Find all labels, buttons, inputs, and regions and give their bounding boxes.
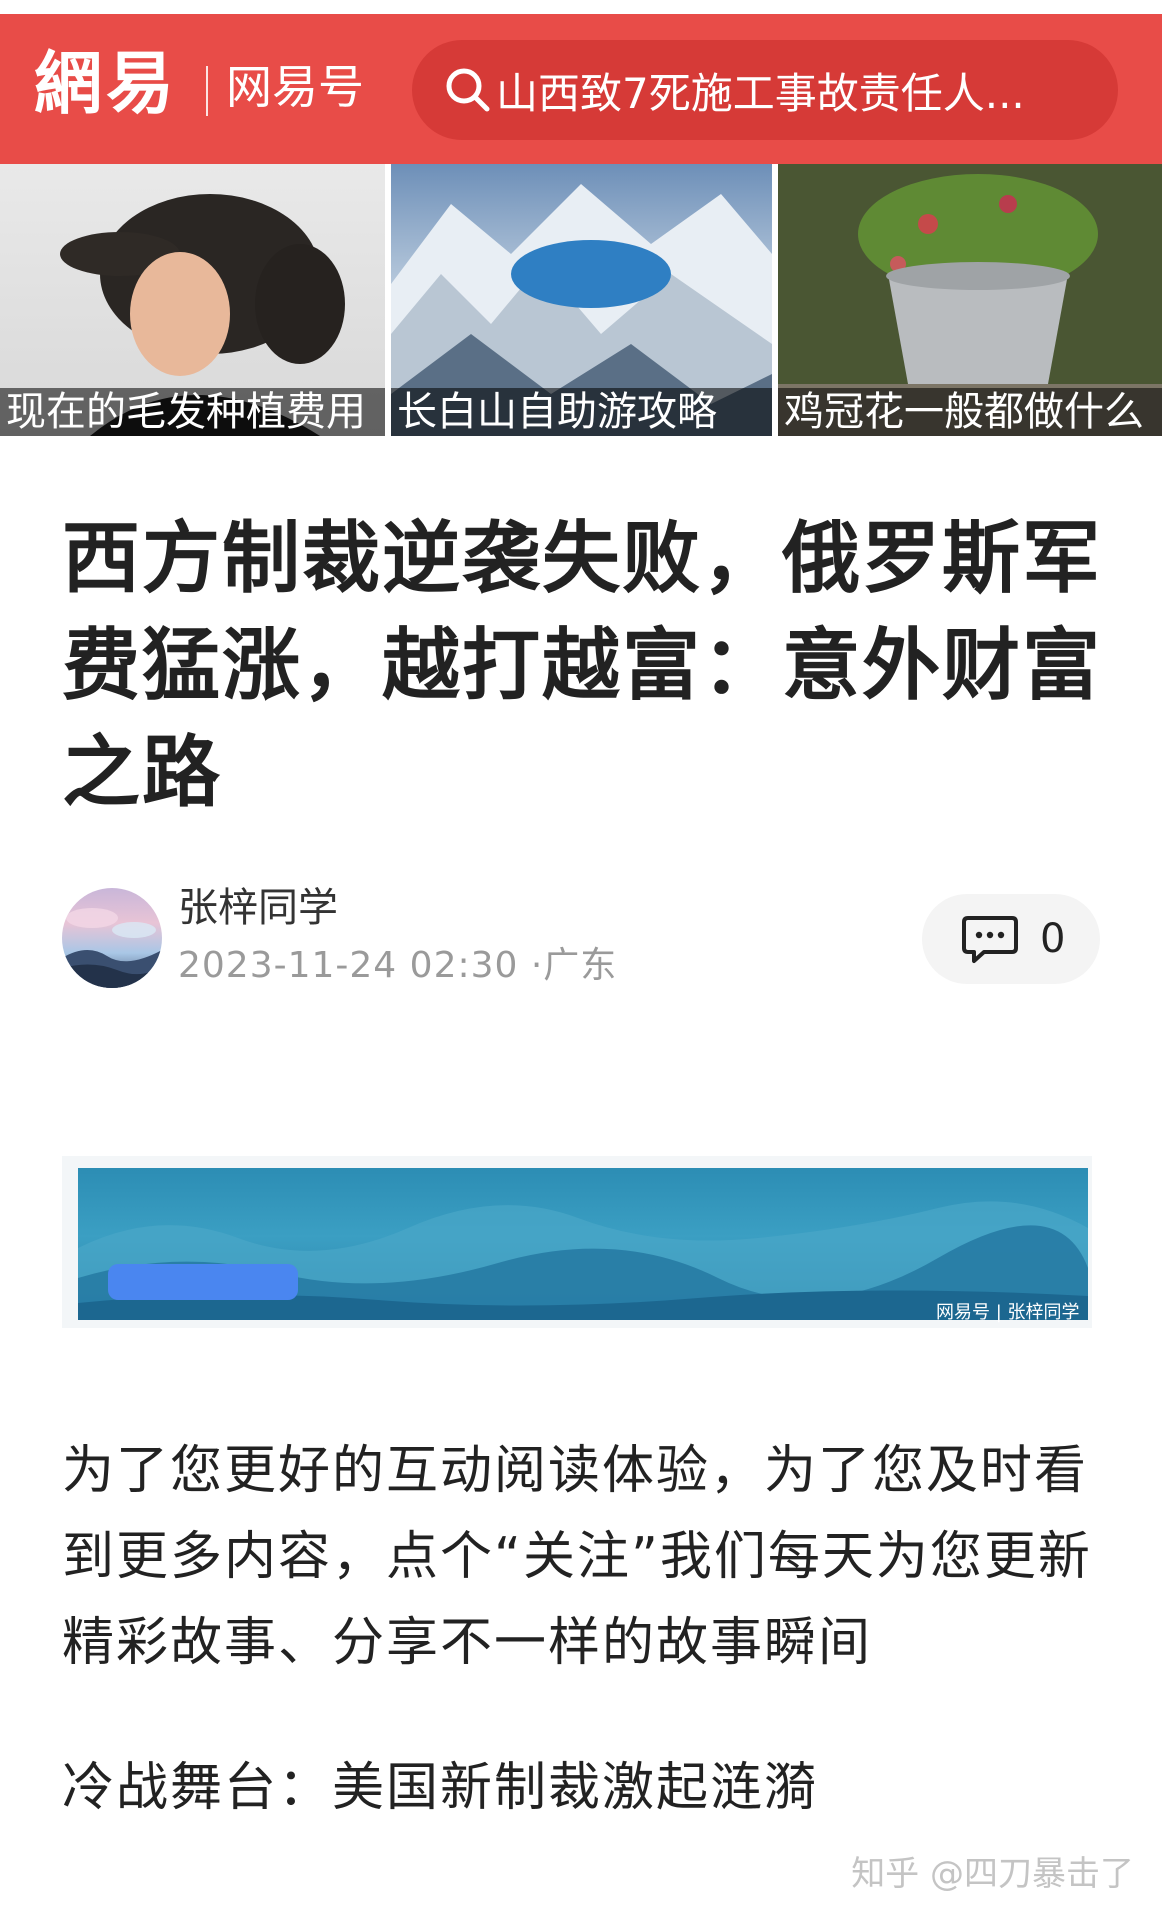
comment-count: 0: [1040, 916, 1066, 962]
avatar-image: [62, 908, 162, 988]
zhihu-watermark: 知乎 @四刀暴击了: [851, 1854, 1134, 1894]
publish-meta: 2023-11-24 02:30 ·广东: [178, 945, 618, 986]
search-hot-query: 山西致7死施工事故责任人...: [496, 68, 1025, 118]
netease-hao-label[interactable]: 网易号: [226, 60, 364, 115]
recommended-card-hair[interactable]: 现在的毛发种植费用: [0, 164, 385, 436]
comment-button[interactable]: 0: [922, 894, 1100, 984]
banner-highlight-block: [108, 1264, 298, 1300]
recommended-caption: 鸡冠花一般都做什么: [778, 388, 1162, 436]
logo-divider: [206, 66, 208, 116]
recommended-caption: 现在的毛发种植费用: [0, 388, 385, 436]
recommended-caption: 长白山自助游攻略: [391, 388, 772, 436]
banner-watermark: 网易号 | 张梓同学: [936, 1302, 1080, 1323]
article-paragraph: 为了您更好的互动阅读体验，为了您及时看到更多内容，点个“关注”我们每天为您更新精…: [62, 1441, 1092, 1673]
article-subheading: 冷战舞台：美国新制裁激起涟漪: [62, 1758, 819, 1818]
top-header: 網易 网易号 山西致7死施工事故责任人...: [0, 14, 1162, 164]
recommended-card-changbai[interactable]: 长白山自助游攻略: [391, 164, 772, 436]
author-avatar[interactable]: [62, 888, 162, 988]
netease-logo[interactable]: 網易: [34, 50, 178, 118]
search-icon: [442, 64, 494, 116]
comment-icon: [962, 916, 1018, 963]
recommended-card-flower[interactable]: 鸡冠花一般都做什么: [778, 164, 1162, 436]
article-title: 西方制裁逆袭失败，俄罗斯军费猛涨，越打越富：意外财富之路: [62, 514, 1103, 818]
author-name[interactable]: 张梓同学: [178, 884, 338, 932]
search-bar[interactable]: 山西致7死施工事故责任人...: [412, 40, 1118, 140]
